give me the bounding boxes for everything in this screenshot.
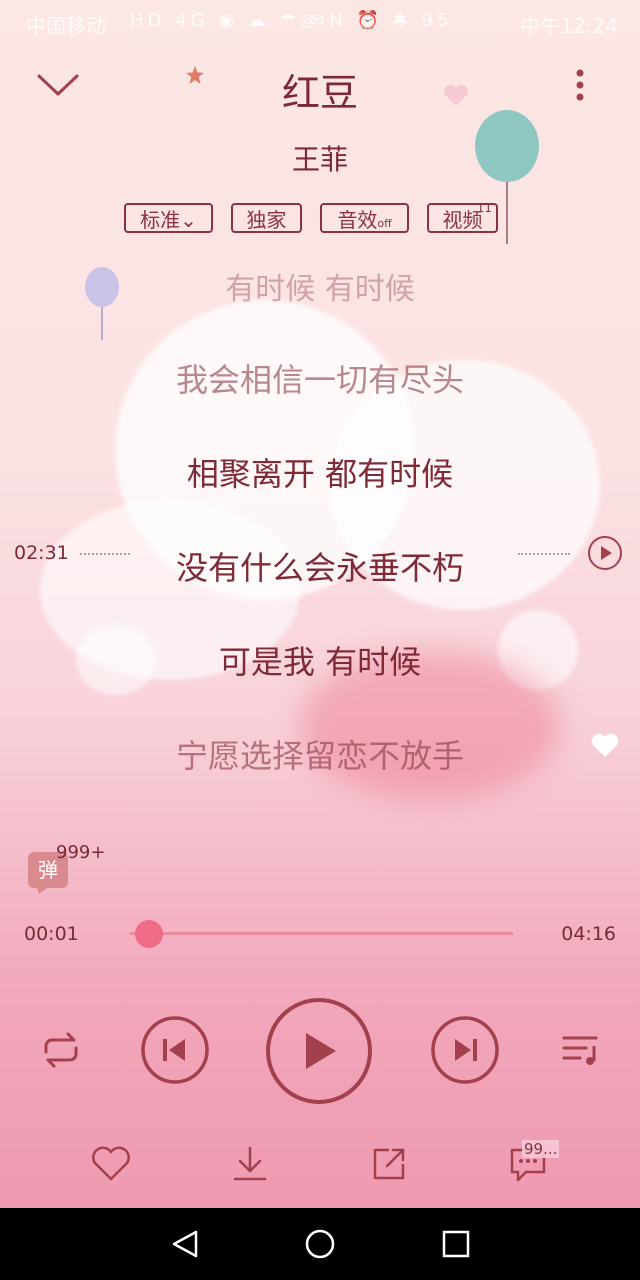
play-from-here-icon[interactable]: [587, 535, 623, 571]
pill-label: 独家: [246, 208, 287, 232]
progress-track[interactable]: [130, 932, 513, 935]
video-button[interactable]: 视频 11: [427, 201, 498, 233]
home-icon[interactable]: [304, 1228, 336, 1260]
song-title: 红豆: [281, 71, 358, 115]
download-icon[interactable]: [230, 1144, 270, 1184]
exclusive-button[interactable]: 独家: [231, 203, 302, 233]
lyric-line-current[interactable]: 没有什么会永垂不朽: [0, 543, 640, 589]
total-time: 04:16: [561, 923, 616, 945]
clock: 中午12:24: [520, 14, 618, 38]
sound-effect-button[interactable]: 音效off: [320, 203, 409, 233]
comment-count-badge: 99...: [522, 1140, 560, 1158]
more-options-icon[interactable]: [570, 66, 590, 106]
elapsed-time: 00:01: [24, 923, 79, 945]
lyric-line[interactable]: 宁愿选择留恋不放手: [0, 731, 640, 777]
next-track-icon[interactable]: [430, 1015, 500, 1085]
previous-track-icon[interactable]: [140, 1015, 210, 1085]
back-icon[interactable]: [170, 1228, 200, 1260]
seek-time-label: 02:31: [14, 542, 69, 564]
barrage-count: 999+: [56, 842, 106, 863]
artist-name[interactable]: 王菲: [0, 138, 640, 178]
video-count-badge: 11: [476, 201, 492, 215]
status-right-indicators: ◎ N ⏰ ✱ 95: [300, 10, 453, 31]
pill-label: 音效: [337, 208, 378, 232]
play-pause-icon[interactable]: [264, 996, 374, 1106]
favorite-heart-icon[interactable]: [90, 1145, 132, 1183]
system-navigation-bar: [0, 1208, 640, 1280]
share-icon[interactable]: [369, 1144, 409, 1184]
pill-label: 标准: [140, 208, 181, 232]
status-indicators: HD 4G ◉ ☁ ☂ ✉: [130, 10, 329, 31]
lyric-line[interactable]: 可是我 有时候: [0, 637, 640, 683]
recents-icon[interactable]: [441, 1229, 471, 1259]
lyric-line-previous: 有时候 有时候: [225, 272, 415, 307]
lyric-line[interactable]: 相聚离开 都有时候: [0, 449, 640, 495]
lyric-line[interactable]: 我会相信一切有尽头: [0, 355, 640, 401]
status-bar: 中国移动 HD 4G ◉ ☁ ☂ ✉ ◎ N ⏰ ✱ 95 中午12:24: [0, 0, 640, 44]
carrier-label: 中国移动: [26, 14, 106, 38]
seek-line-left: [80, 553, 130, 555]
quality-standard-button[interactable]: 标准⌄: [124, 203, 213, 233]
sound-effect-state: off: [377, 217, 392, 230]
seek-line-right: [518, 553, 570, 555]
dropdown-chevron-icon: ⌄: [180, 208, 197, 232]
quality-options: 标准⌄ 独家 音效off 视频 11: [0, 201, 640, 237]
playlist-icon[interactable]: [560, 1030, 602, 1070]
barrage-bubble-tail: [36, 886, 50, 894]
progress-thumb[interactable]: [134, 920, 163, 948]
repeat-mode-icon[interactable]: [38, 1030, 84, 1070]
